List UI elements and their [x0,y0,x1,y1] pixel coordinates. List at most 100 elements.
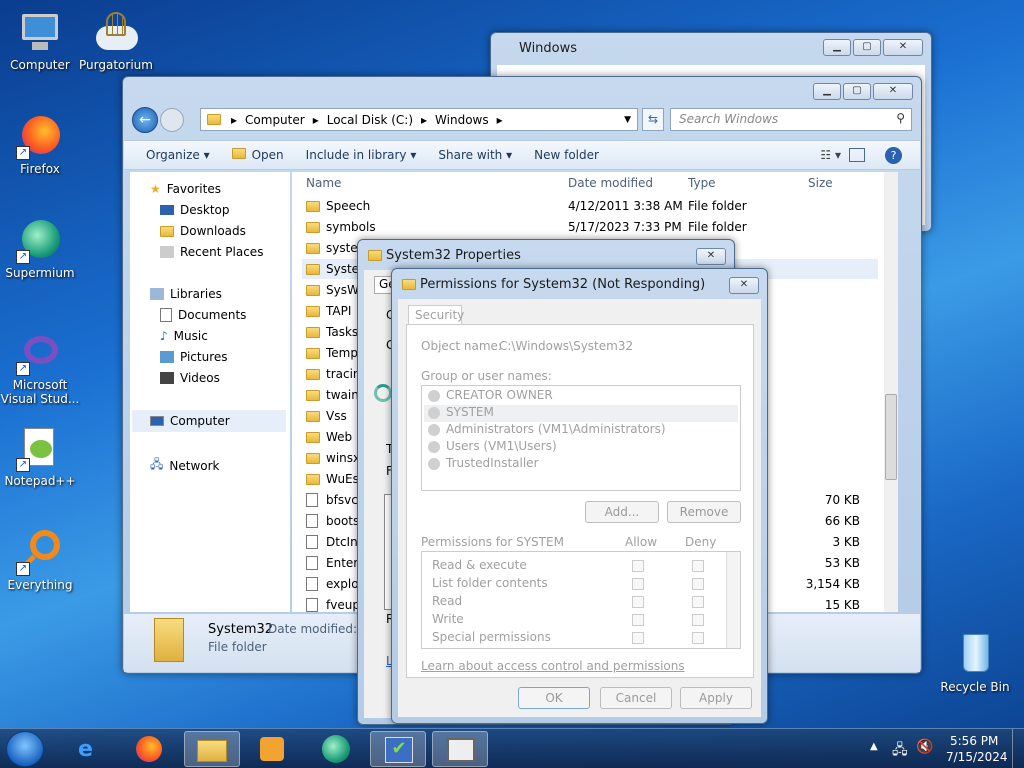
address-bar[interactable]: ▸ Computer ▸ Local Disk (C:) ▸ Windows ▸… [200,108,638,131]
user-list-item[interactable]: Users (VM1\Users) [424,439,738,456]
supermium-icon: ↗ [16,216,64,264]
user-list-item[interactable]: TrustedInstaller [424,456,738,473]
chevron-down-icon[interactable]: ▼ [624,115,631,125]
desktop-icon-everything[interactable]: ↗ Everything [0,528,80,592]
nav-documents[interactable]: Documents [160,308,246,322]
breadcrumb-windows[interactable]: Windows [435,113,489,127]
add-button[interactable]: Add... [585,501,659,523]
show-desktop-button[interactable] [1012,729,1024,768]
permissions-dialog[interactable]: Permissions for System32 (Not Responding… [391,268,768,724]
permission-deny-checkbox[interactable] [692,596,704,608]
help-icon[interactable]: ? [885,146,902,164]
volume-muted-icon[interactable]: 🔇 [916,739,933,755]
permissions-list[interactable]: Read & execute List folder contents Read Wr… [421,551,741,649]
permission-row: Write [432,612,722,630]
permission-allow-checkbox[interactable] [632,596,644,608]
column-type[interactable]: Type [688,176,716,190]
permission-deny-checkbox[interactable] [692,578,704,590]
organize-button[interactable]: Organize ▾ [146,148,210,162]
permission-deny-checkbox[interactable] [692,560,704,572]
new-folder-button[interactable]: New folder [534,148,599,162]
breadcrumb-local-disk[interactable]: Local Disk (C:) [327,113,413,127]
desktop-icon-supermium[interactable]: ↗ Supermium [0,216,80,280]
permission-allow-checkbox[interactable] [632,614,644,626]
taskbar-permissions-button[interactable]: ✔ [370,731,426,767]
nav-videos[interactable]: Videos [160,371,220,385]
access-control-link[interactable]: Learn about access control and permissio… [421,659,685,673]
file-name: bfsvc [326,493,358,507]
minimize-button[interactable]: ▁ [813,83,841,100]
nav-music[interactable]: ♪ Music [160,329,208,343]
close-button[interactable]: ✕ [883,39,923,56]
nav-recent-places[interactable]: Recent Places [160,245,263,259]
clock-date[interactable]: 7/15/2024 [946,750,1008,764]
close-button[interactable]: ✕ [729,277,759,294]
tab-security[interactable]: Security [408,305,464,325]
back-button[interactable]: ← [132,107,158,133]
desktop-icon-computer[interactable]: Computer [0,8,80,72]
minimize-button[interactable]: ▁ [823,39,851,56]
column-name[interactable]: Name [306,176,341,190]
close-button[interactable]: ✕ [696,248,726,265]
desktop-icon-notepadpp[interactable]: ↗ Notepad++ [0,424,80,488]
apply-button[interactable]: Apply [680,687,752,709]
permissions-scrollbar[interactable] [726,552,740,648]
desktop-icon-firefox[interactable]: ↗ Firefox [0,112,80,176]
permission-deny-checkbox[interactable] [692,632,704,644]
start-button[interactable] [6,731,44,767]
tray-expand-icon[interactable]: ▲ [870,741,878,752]
maximize-button[interactable]: ▢ [843,83,871,100]
refresh-button[interactable]: ⇆ [642,108,664,131]
file-row[interactable]: Speech 4/12/2011 3:38 AM File folder [306,196,876,216]
scrollbar[interactable] [884,172,898,612]
remove-button[interactable]: Remove [667,501,741,523]
breadcrumb-computer[interactable]: Computer [245,113,305,127]
file-size: 3,154 KB [805,577,860,591]
taskbar-media-player-button[interactable] [244,731,300,767]
desktop-icon-visual-studio[interactable]: ↗ Microsoft Visual Stud... [0,328,80,406]
forward-button[interactable] [160,108,184,132]
network-icon[interactable]: 🖧 [892,739,908,763]
desktop-icon-purgatorium[interactable]: Purgatorium [76,8,156,72]
open-button[interactable]: Open [231,148,284,162]
permission-allow-checkbox[interactable] [632,632,644,644]
permission-deny-checkbox[interactable] [692,614,704,626]
file-row[interactable]: symbols 5/17/2023 7:33 PM File folder [306,217,876,237]
permission-allow-checkbox[interactable] [632,578,644,590]
nav-pictures[interactable]: Pictures [160,350,228,364]
include-in-library-button[interactable]: Include in library ▾ [306,148,417,162]
scrollbar-thumb[interactable] [885,394,897,480]
clock-time[interactable]: 5:56 PM [950,734,998,748]
maximize-button[interactable]: ▢ [853,39,881,56]
permission-allow-checkbox[interactable] [632,560,644,572]
nav-libraries[interactable]: Libraries [150,287,222,301]
file-icon [306,577,318,591]
taskbar-window-button[interactable] [432,731,488,767]
desktop-icon-recycle-bin[interactable]: Recycle Bin [935,630,1015,694]
nav-computer[interactable]: Computer [132,410,286,432]
close-button[interactable]: ✕ [873,83,913,100]
cancel-button[interactable]: Cancel [600,687,672,709]
search-input[interactable]: Search Windows ⚲ [670,108,912,131]
user-list-item[interactable]: CREATOR OWNER [424,388,738,405]
nav-favorites[interactable]: ★ Favorites [150,182,221,196]
taskbar-firefox-button[interactable] [122,731,178,767]
taskbar-ie-button[interactable]: e [62,731,118,767]
ok-button[interactable]: OK [518,687,590,709]
nav-downloads[interactable]: Downloads [160,224,246,238]
view-options-icon[interactable]: ☷ ▾ [820,148,841,162]
permission-row: Read [432,594,722,612]
column-date[interactable]: Date modified [568,176,653,190]
column-size[interactable]: Size [808,176,833,190]
user-list-item[interactable]: Administrators (VM1\Administrators) [424,422,738,439]
media-player-icon [260,737,284,761]
permission-row: Read & execute [432,558,722,576]
taskbar-supermium-button[interactable] [308,731,364,767]
share-with-button[interactable]: Share with ▾ [438,148,512,162]
taskbar-explorer-button[interactable] [184,731,240,767]
nav-desktop[interactable]: Desktop [160,203,230,217]
preview-pane-icon[interactable] [849,148,865,162]
user-list[interactable]: CREATOR OWNER SYSTEM Administrators (VM1\A… [421,385,741,491]
nav-network[interactable]: 🖧 Network [150,455,220,476]
user-list-item[interactable]: SYSTEM [424,405,738,422]
